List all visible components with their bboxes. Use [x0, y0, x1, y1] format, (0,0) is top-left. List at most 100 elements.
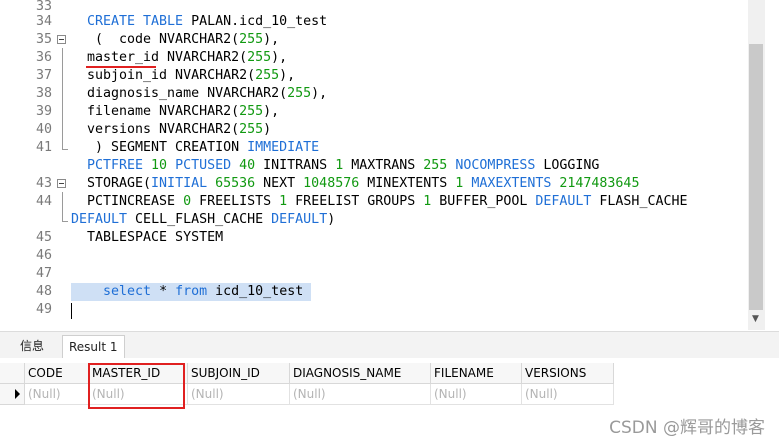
tab-info[interactable]: 信息 — [14, 335, 50, 357]
line-number: 48 — [35, 284, 52, 299]
editor-line[interactable]: 48 select * from icd_10_test — [0, 283, 748, 301]
code-token: 255 — [287, 86, 312, 101]
editor-line[interactable]: 46 — [0, 247, 748, 265]
column-header[interactable]: SUBJOIN_ID — [188, 363, 290, 384]
code-token: DEFAULT — [71, 212, 128, 227]
code-token: ) — [327, 212, 336, 227]
code-token: ), — [311, 86, 328, 101]
row-selector[interactable] — [0, 384, 25, 405]
fold-toggle-icon[interactable] — [57, 35, 66, 44]
editor-line[interactable]: 47 — [0, 265, 748, 283]
editor-line[interactable]: 34 CREATE TABLE PALAN.icd_10_test — [0, 13, 748, 31]
editor-line[interactable]: 38 diagnosis_name NVARCHAR2(255), — [0, 85, 748, 103]
editor-line[interactable]: DEFAULT CELL_FLASH_CACHE DEFAULT) — [0, 211, 748, 229]
code-token: 10 — [151, 158, 168, 173]
table-cell[interactable]: (Null) — [431, 384, 522, 405]
code-token: diagnosis_name NVARCHAR2( — [87, 86, 288, 101]
line-number: 47 — [35, 266, 52, 281]
line-number: 49 — [35, 302, 52, 317]
line-number: 34 — [35, 14, 52, 29]
code-token: 255 — [423, 158, 448, 173]
sql-editor[interactable]: 33 34 CREATE TABLE PALAN.icd_10_test 35 ( c… — [0, 0, 748, 330]
code-token: ), — [263, 32, 280, 47]
code-token: DEFAULT — [535, 194, 592, 209]
editor-line[interactable]: 44 PCTINCREASE 0 FREELISTS 1 FREELIST GRO… — [0, 193, 748, 211]
result-tabs: 信息 Result 1 — [0, 331, 779, 358]
code-text: versions NVARCHAR2(255) — [87, 121, 271, 139]
code-token: subjoin_id NVARCHAR2( — [87, 68, 256, 83]
code-token: IMMEDIATE — [247, 140, 320, 155]
line-number: 36 — [35, 50, 52, 65]
code-token: FLASH_CACHE — [591, 194, 688, 209]
editor-line[interactable]: 36 master_id NVARCHAR2(255), — [0, 49, 748, 67]
code-token: 255 — [239, 104, 264, 119]
line-number: 41 — [35, 140, 52, 155]
editor-line[interactable]: 41 ) SEGMENT CREATION IMMEDIATE — [0, 139, 748, 157]
tab-result-1[interactable]: Result 1 — [62, 335, 125, 358]
scrollbar-thumb[interactable] — [749, 44, 763, 310]
code-token: MAXEXTENTS — [463, 176, 560, 191]
table-cell[interactable]: (Null) — [522, 384, 614, 405]
code-token: 1 — [279, 194, 288, 209]
code-token: PALAN.icd_10_test — [183, 14, 328, 29]
code-token: filename NVARCHAR2( — [87, 104, 240, 119]
line-number: 39 — [35, 104, 52, 119]
code-text: PCTINCREASE 0 FREELISTS 1 FREELIST GROUP… — [87, 193, 687, 211]
code-text: ( code NVARCHAR2(255), — [87, 31, 279, 49]
editor-line[interactable]: 35 ( code NVARCHAR2(255), — [0, 31, 748, 49]
editor-line[interactable]: 45 TABLESPACE SYSTEM — [0, 229, 748, 247]
code-token: PCTUSED — [167, 158, 240, 173]
line-number: 43 — [35, 176, 52, 191]
code-token: FREELISTS — [191, 194, 280, 209]
code-text: PCTFREE 10 PCTUSED 40 INITRANS 1 MAXTRAN… — [87, 157, 599, 175]
code-text: master_id NVARCHAR2(255), — [87, 49, 287, 67]
code-token: master_id NVARCHAR2( — [87, 50, 248, 65]
code-token: ) — [263, 122, 272, 137]
editor-line[interactable]: 37 subjoin_id NVARCHAR2(255), — [0, 67, 748, 85]
column-header[interactable]: CODE — [25, 363, 89, 384]
code-text: STORAGE(INITIAL 65536 NEXT 1048576 MINEX… — [87, 175, 639, 193]
code-token: select — [103, 284, 152, 299]
line-number: 45 — [35, 230, 52, 245]
editor-line[interactable]: 39 filename NVARCHAR2(255), — [0, 103, 748, 121]
code-token: PCTINCREASE — [87, 194, 184, 209]
editor-line[interactable]: PCTFREE 10 PCTUSED 40 INITRANS 1 MAXTRAN… — [0, 157, 748, 175]
watermark: CSDN @辉哥的博客 — [609, 418, 765, 438]
code-token: versions NVARCHAR2( — [87, 122, 240, 137]
editor-line[interactable]: 43 STORAGE(INITIAL 65536 NEXT 1048576 MIN… — [0, 175, 748, 193]
table-cell[interactable]: (Null) — [188, 384, 290, 405]
code-text: subjoin_id NVARCHAR2(255), — [87, 67, 295, 85]
scroll-down-arrow-icon[interactable]: ▼ — [752, 314, 759, 324]
editor-line[interactable]: 40 versions NVARCHAR2(255) — [0, 121, 748, 139]
code-token: icd_10_test — [207, 284, 312, 299]
code-text: CREATE TABLE PALAN.icd_10_test — [87, 13, 327, 31]
column-header[interactable]: FILENAME — [431, 363, 522, 384]
vertical-scrollbar[interactable]: ▼ — [748, 0, 765, 330]
code-token: BUFFER_POOL — [431, 194, 536, 209]
code-text: TABLESPACE SYSTEM — [87, 229, 223, 247]
code-token: DEFAULT — [271, 212, 328, 227]
table-cell[interactable]: (Null) — [290, 384, 431, 405]
code-token: FREELIST GROUPS — [287, 194, 424, 209]
code-token: ( code NVARCHAR2( — [87, 32, 240, 47]
code-token: 40 — [239, 158, 256, 173]
editor-line[interactable]: 49 — [0, 301, 748, 319]
code-token: MAXTRANS — [343, 158, 424, 173]
code-text: DEFAULT CELL_FLASH_CACHE DEFAULT) — [71, 211, 335, 229]
master-id-highlight-box — [88, 363, 185, 409]
fold-toggle-icon[interactable] — [57, 179, 66, 188]
row-header-corner — [0, 363, 25, 384]
line-number: 46 — [35, 248, 52, 263]
code-token: 65536 — [215, 176, 256, 191]
code-token: * — [151, 284, 176, 299]
column-header[interactable]: VERSIONS — [522, 363, 614, 384]
column-header[interactable]: DIAGNOSIS_NAME — [290, 363, 431, 384]
code-token: PCTFREE — [87, 158, 152, 173]
code-token: TABLESPACE SYSTEM — [87, 230, 224, 245]
code-token: ) SEGMENT CREATION — [87, 140, 248, 155]
table-cell[interactable]: (Null) — [25, 384, 89, 405]
line-number: 38 — [35, 86, 52, 101]
code-token: NEXT — [255, 176, 304, 191]
code-token: ), — [263, 104, 280, 119]
